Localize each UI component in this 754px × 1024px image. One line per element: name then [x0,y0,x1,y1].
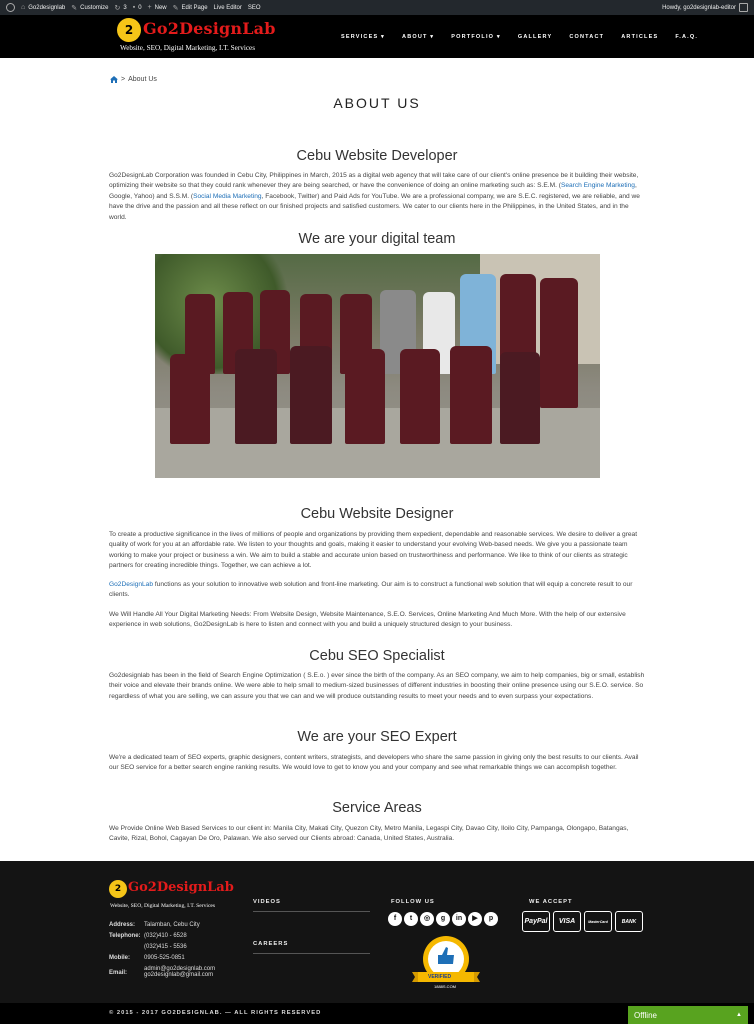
visa-icon: VISA [553,911,581,932]
chat-status: Offline [634,1010,657,1020]
pencil-icon: ✎ [71,4,78,12]
footer-follow-heading: FOLLOW US [391,899,435,905]
instagram-icon[interactable]: ◎ [420,912,434,926]
footer-logo-name[interactable]: Go2DesignLab [128,880,234,895]
pinterest-icon[interactable]: p [484,912,498,926]
seo-expert-paragraph: We're a dedicated team of SEO experts, g… [109,754,639,772]
photo-person [540,278,578,408]
site-name-link[interactable]: ⌂ Go2designlab [21,4,65,11]
twitter-icon[interactable]: t [404,912,418,926]
chevron-up-icon[interactable]: ▲ [736,1012,742,1018]
wp-admin-bar: ⌂ Go2designlab ✎ Customize ↻ 3 ▪ 0 + New ✎ Edi… [0,0,754,15]
site-logo[interactable]: 2 Go2DesignLab Website, SEO, Digital Mar… [117,18,277,56]
team-photo [155,254,600,478]
payment-cards: PayPal VISA MasterCard BANK [522,911,643,932]
social-icons: f t ◎ g in ▶ p [388,912,498,926]
badge-verified-text: VERIFIED [428,974,452,980]
breadcrumb-current: About Us [128,76,157,83]
nav-contact[interactable]: CONTACT [569,34,604,40]
edit-icon: ✎ [172,4,179,12]
footer-logo-tagline: Website, SEO, Digital Marketing, I.T. Se… [110,903,216,909]
main-nav: SERVICES ▾ ABOUT ▾ PORTFOLIO ▾ GALLERY C… [341,15,715,58]
email-link-2[interactable]: go2designlab@gmail.com [144,972,213,978]
section-heading-seo-expert: We are your SEO Expert [297,729,457,745]
service-areas-paragraph: We Provide Online Web Based Services to … [109,825,629,843]
footer-telephone-2: (032)415 - 5536 [144,944,187,950]
new-content-link[interactable]: + New [148,4,167,11]
footer-videos-heading: VIDEOS [253,899,281,905]
customize-link[interactable]: ✎ Customize [71,4,108,12]
logo-mark: 2 [117,18,141,42]
footer-address: Address: Talamban, Cebu City [109,922,200,928]
nav-gallery[interactable]: GALLERY [518,34,552,40]
live-editor-link[interactable]: Live Editor [214,5,242,11]
paypal-icon: PayPal [522,911,550,932]
footer-logo-mark[interactable]: 2 [109,880,127,898]
youtube-icon[interactable]: ▶ [468,912,482,926]
section-heading-developer: Cebu Website Developer [296,148,458,164]
footer-telephone: Telephone: (032)410 - 6528 [109,933,187,939]
edit-page-link[interactable]: ✎ Edit Page [173,4,208,12]
google-plus-icon[interactable]: g [436,912,450,926]
page-title: ABOUT US [333,95,421,111]
developer-paragraph: Go2DesignLab Corporation was founded in … [109,172,640,221]
avatar [739,3,748,12]
footer-email: Email: admin@go2designlab.com go2designlab… [109,966,216,978]
footer-mobile: Mobile: 0905-525-0851 [109,955,185,961]
nav-about[interactable]: ABOUT ▾ [402,34,434,40]
sem-link[interactable]: Search Engine Marketing [561,182,635,189]
nav-services[interactable]: SERVICES ▾ [341,34,385,40]
badge-site-text: 1888S.COM [434,984,457,989]
footer-careers-heading: CAREERS [253,941,289,947]
breadcrumb: > About Us [110,76,157,83]
comment-icon: ▪ [132,4,136,11]
home-icon[interactable] [110,76,118,83]
photo-person [345,349,385,444]
photo-person [235,349,277,444]
logo-name: Go2DesignLab [143,19,276,38]
photo-person [290,346,332,444]
comments-link[interactable]: ▪ 0 [133,4,142,11]
photo-person [500,352,540,444]
seo-specialist-paragraph: Go2designlab has been in the field of Se… [109,672,645,700]
plus-icon: + [147,4,152,11]
designer-paragraph-3: We Will Handle All Your Digital Marketin… [109,611,626,629]
section-heading-team: We are your digital team [298,231,456,247]
designer-paragraph-2: Go2DesignLab functions as your solution … [109,581,633,599]
nav-portfolio[interactable]: PORTFOLIO ▾ [451,34,501,40]
photo-person [450,346,492,444]
bank-icon: BANK [615,911,643,932]
copyright-text: © 2015 - 2017 GO2DESIGNLAB. — ALL RIGHTS… [109,1010,322,1016]
footer-divider [253,911,370,912]
section-heading-service-areas: Service Areas [332,800,422,816]
photo-person [400,349,440,444]
logo-tagline: Website, SEO, Digital Marketing, I.T. Se… [120,44,256,52]
site-header: 2 Go2DesignLab Website, SEO, Digital Mar… [0,15,754,58]
nav-faq[interactable]: F.A.Q. [675,34,698,40]
go2designlab-link[interactable]: Go2DesignLab [109,581,153,588]
photo-person [170,354,210,444]
updates-link[interactable]: ↻ 3 [114,4,126,12]
wp-logo-button[interactable] [6,3,15,12]
ssm-link[interactable]: Social Media Marketing [193,193,262,200]
seo-link[interactable]: SEO [248,5,261,11]
mastercard-icon: MasterCard [584,911,612,932]
breadcrumb-separator: > [121,76,126,83]
footer-divider [253,953,370,954]
designer-paragraph-1: To create a productive significance in t… [109,531,638,570]
nav-articles[interactable]: ARTICLES [621,34,658,40]
chat-widget[interactable]: Offline ▲ [628,1006,748,1024]
section-heading-seo-specialist: Cebu SEO Specialist [309,648,445,664]
wordpress-icon [6,3,15,12]
refresh-icon: ↻ [114,4,121,12]
footer-accept-heading: WE ACCEPT [529,899,573,905]
verified-badge[interactable]: VERIFIED 1888S.COM [410,934,482,992]
section-heading-designer: Cebu Website Designer [300,506,454,522]
account-menu[interactable]: Howdy, go2designlab-editor [662,3,748,12]
linkedin-icon[interactable]: in [452,912,466,926]
facebook-icon[interactable]: f [388,912,402,926]
home-icon: ⌂ [21,4,26,11]
